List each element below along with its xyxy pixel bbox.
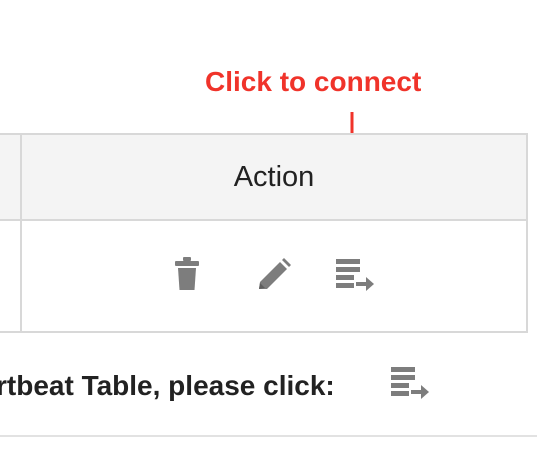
action-cell <box>22 221 526 331</box>
trash-icon[interactable] <box>174 257 200 296</box>
divider <box>0 435 537 437</box>
connections-table: Action <box>0 133 528 333</box>
connect-list-icon <box>391 366 431 407</box>
connect-list-icon[interactable] <box>336 258 376 297</box>
table-header-row: Action <box>0 135 526 221</box>
instruction-text: rtbeat Table, please click: <box>0 370 335 401</box>
pencil-icon[interactable] <box>256 258 292 297</box>
action-column-header: Action <box>233 160 315 193</box>
